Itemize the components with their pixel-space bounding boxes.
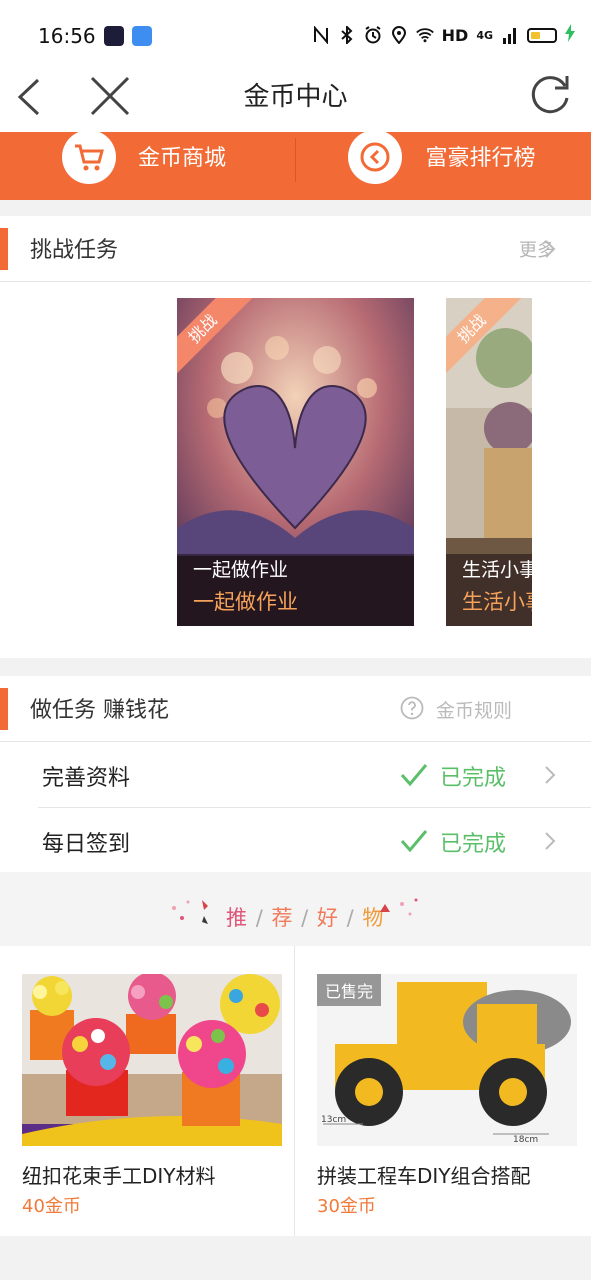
- shortcut-label: 富豪排行榜: [425, 146, 536, 171]
- task-name: 完善资料: [42, 766, 131, 791]
- help-icon: [400, 696, 424, 720]
- bluetooth-icon: [338, 26, 356, 44]
- task-status: 已完成: [440, 766, 507, 791]
- challenge-card[interactable]: 挑战 生活小事 生活小事: [446, 298, 532, 626]
- gold-coin-center-page: 16:56 HD 4G 金币中心 金币商城 富豪排行榜 挑战任务 更多 挑战 一…: [0, 0, 591, 1280]
- challenge-header: 挑战任务 更多: [0, 216, 591, 282]
- task-row[interactable]: 每日签到 已完成: [0, 808, 591, 874]
- coin-icon: [347, 130, 402, 184]
- goods-card[interactable]: 纽扣花束手工DIY材料 40金币: [0, 946, 294, 1236]
- tasks-header: 做任务 赚钱花 金币规则: [0, 676, 591, 742]
- goods-price: 40金币: [22, 1196, 81, 1217]
- goods-price: 30金币: [317, 1196, 376, 1217]
- check-icon: [400, 830, 428, 853]
- recommend-separator: /: [255, 906, 264, 930]
- shortcut-rich-ranking[interactable]: 富豪排行榜: [296, 130, 591, 200]
- dimension-label: 18cm: [513, 1135, 538, 1145]
- challenge-card[interactable]: 挑战 一起做作业 一起做作业: [177, 298, 414, 626]
- location-icon: [390, 26, 408, 44]
- goods-card[interactable]: 13cm 18cm 已售完 拼装工程车DIY组合搭配 30金币: [295, 946, 591, 1236]
- battery-icon: [527, 27, 557, 43]
- signal-type: 4G: [476, 28, 493, 42]
- status-icons: HD 4G: [312, 24, 575, 46]
- goods-name: 纽扣花束手工DIY材料: [22, 1164, 216, 1188]
- nfc-icon: [312, 26, 330, 44]
- bottom-strip: [0, 1246, 591, 1280]
- recommend-char: 荐: [271, 906, 294, 930]
- shortcut-divider: [295, 138, 296, 182]
- status-time: 16:56: [38, 24, 96, 48]
- alarm-icon: [364, 26, 382, 44]
- section-accent-bar: [0, 228, 8, 270]
- card-subtitle: 生活小事: [462, 590, 532, 614]
- task-name: 每日签到: [42, 832, 131, 857]
- section-title: 做任务 赚钱花: [30, 698, 169, 723]
- wifi-icon: [415, 26, 434, 44]
- shortcut-label: 金币商城: [138, 146, 227, 171]
- app-notification-icon: [132, 26, 152, 46]
- coin-rules-label: 金币规则: [436, 700, 513, 722]
- sold-out-badge: 已售完: [317, 974, 382, 1006]
- confetti-right-icon: [380, 898, 418, 916]
- dimension-label: 13cm: [321, 1115, 346, 1125]
- recommend-title: 推 / 荐 / 好 / 物: [226, 902, 384, 932]
- chevron-right-icon: [545, 832, 556, 850]
- chevron-right-icon: [545, 766, 556, 784]
- card-title: 生活小事: [462, 559, 532, 581]
- goods-name: 拼装工程车DIY组合搭配: [317, 1164, 531, 1188]
- recommend-separator: /: [301, 906, 310, 930]
- recommend-char: 推: [226, 906, 248, 930]
- section-title: 挑战任务: [30, 238, 119, 263]
- charging-icon: [565, 24, 575, 46]
- recommend-separator: /: [346, 906, 355, 930]
- shortcut-coin-mall[interactable]: 金币商城: [0, 130, 296, 200]
- nav-bar: 金币中心: [0, 66, 591, 132]
- section-accent-bar: [0, 688, 8, 730]
- refresh-button[interactable]: [529, 72, 573, 116]
- app-notification-icon: [104, 26, 124, 46]
- chevron-right-icon[interactable]: [543, 238, 557, 260]
- coin-rules-link[interactable]: 金币规则: [400, 694, 560, 724]
- signal-bars-icon: [501, 26, 519, 44]
- recommend-char: 好: [316, 906, 339, 930]
- task-row[interactable]: 完善资料 已完成: [0, 742, 591, 808]
- check-icon: [400, 764, 428, 787]
- refresh-icon: [531, 76, 569, 114]
- confetti-left-icon: [172, 900, 208, 924]
- status-bar: 16:56 HD 4G: [0, 0, 591, 66]
- recommend-header: 推 / 荐 / 好 / 物: [0, 872, 591, 946]
- button-flower-bouquet-image: [22, 974, 282, 1146]
- card-title: 一起做作业: [193, 559, 289, 581]
- page-title: 金币中心: [243, 82, 348, 112]
- goods-image: 13cm 18cm 已售完: [317, 974, 577, 1146]
- task-status: 已完成: [440, 832, 507, 857]
- card-subtitle: 一起做作业: [193, 590, 298, 614]
- network-type: HD: [441, 25, 469, 45]
- cart-icon: [62, 130, 116, 184]
